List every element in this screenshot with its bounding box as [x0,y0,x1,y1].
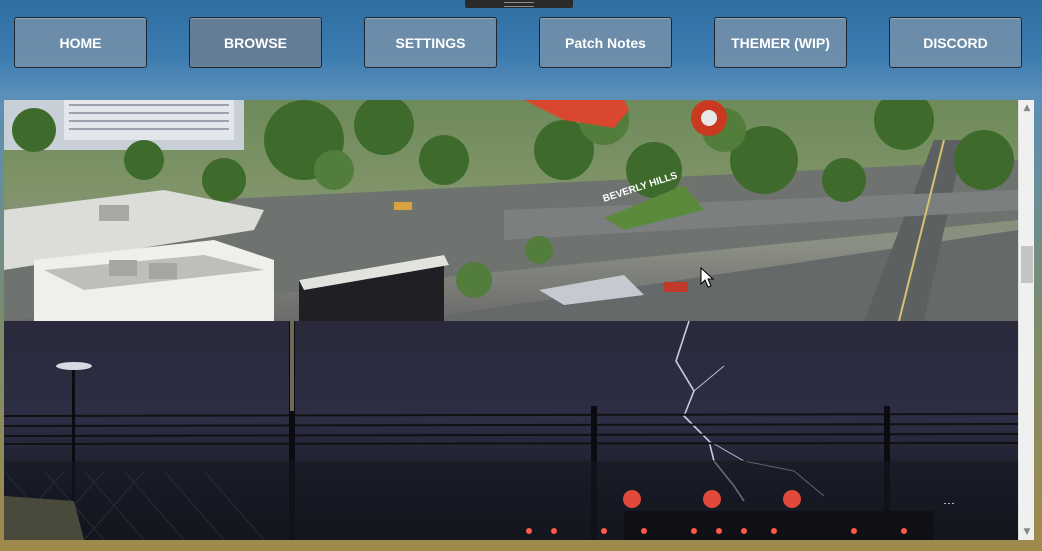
home-button[interactable]: HOME [14,17,147,68]
storm-scene [4,321,1018,540]
vertical-scrollbar[interactable]: ▲ ▼ [1018,100,1034,540]
drag-handle[interactable] [465,0,573,8]
gallery-image-city[interactable]: BEVERLY HILLS [4,100,1018,321]
city-scene: BEVERLY HILLS [4,100,1018,321]
gallery-image-storm[interactable] [4,321,1018,540]
grip-lines-icon [504,2,534,7]
patch-notes-button[interactable]: Patch Notes [539,17,672,68]
arrow-down-icon[interactable]: ▼ [1020,525,1034,539]
scroll-thumb[interactable] [1021,246,1033,283]
browse-button[interactable]: BROWSE [189,17,322,68]
arrow-up-icon[interactable]: ▲ [1020,101,1034,115]
browse-gallery[interactable]: BEVERLY HILLS [4,100,1018,540]
main-nav: HOME BROWSE SETTINGS Patch Notes THEMER … [14,17,1024,70]
themer-button[interactable]: THEMER (WIP) [714,17,847,68]
settings-button[interactable]: SETTINGS [364,17,497,68]
discord-button[interactable]: DISCORD [889,17,1022,68]
